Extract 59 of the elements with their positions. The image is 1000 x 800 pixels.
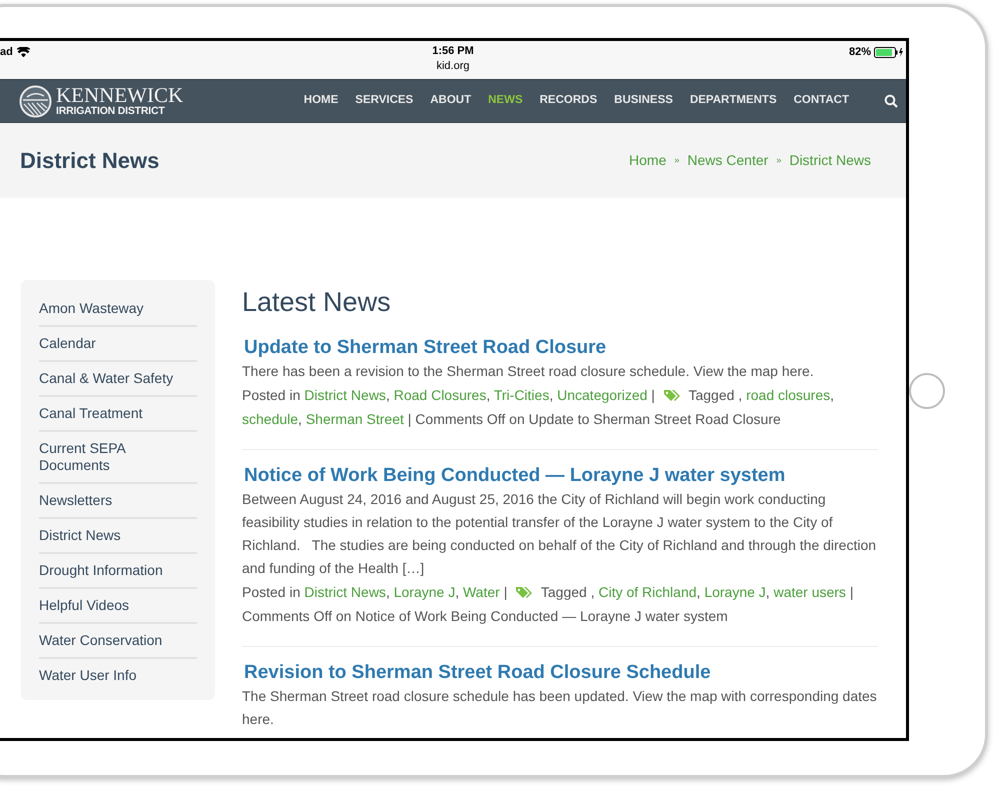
tag-link[interactable]: District News	[304, 387, 386, 403]
sidebar-link[interactable]: Water Conservation	[39, 624, 197, 657]
tag-link[interactable]: Lorayne J	[394, 584, 456, 600]
nav-link[interactable]: ABOUT	[430, 92, 472, 110]
tag-link[interactable]: schedule	[242, 411, 298, 427]
tag-link[interactable]: Lorayne J	[704, 584, 766, 600]
post-title[interactable]: Notice of Work Being Conducted — Lorayne J water system	[244, 464, 878, 488]
tag-link[interactable]: Uncategorized	[557, 387, 648, 403]
post-title[interactable]: Revision to Sherman Street Road Closure Schedule	[244, 661, 878, 685]
sidebar-link[interactable]: Newsletters	[39, 484, 197, 517]
tags-icon	[515, 586, 534, 599]
page-title: District News	[20, 147, 160, 175]
nav-link[interactable]: BUSINESS	[614, 92, 673, 110]
battery-icon	[874, 46, 904, 58]
sidebar-link[interactable]: Calendar	[39, 327, 197, 360]
battery-percent: 82%	[848, 45, 871, 60]
sidebar-link[interactable]: Drought Information	[39, 554, 197, 587]
logo-icon	[19, 84, 52, 118]
tag-link[interactable]: Water	[462, 584, 500, 600]
wifi-icon	[16, 47, 30, 58]
sidebar-link[interactable]: Helpful Videos	[39, 589, 197, 622]
sidebar-link[interactable]: District News	[39, 519, 197, 552]
tag-link[interactable]: road closures	[746, 387, 830, 403]
breadcrumb-link[interactable]: News Center	[687, 150, 768, 171]
clock: 1:56 PM	[432, 44, 474, 58]
nav-link[interactable]: NEWS	[488, 92, 523, 110]
url-label: kid.org	[436, 59, 470, 74]
breadcrumb-link[interactable]: District News	[789, 150, 871, 171]
post-excerpt: The Sherman Street road closure schedule has been updated. View the map with corresponding dates here.	[242, 687, 878, 729]
breadcrumb-link[interactable]: Home	[629, 150, 666, 171]
section-heading: Latest News	[242, 286, 392, 319]
tag-link[interactable]: City of Richland	[598, 584, 697, 600]
sidebar-link[interactable]: Canal Treatment	[39, 397, 197, 430]
tag-link[interactable]: District News	[304, 584, 386, 600]
tag-link[interactable]: Sherman Street	[306, 411, 404, 427]
breadcrumb-separator: »	[776, 154, 782, 167]
nav-link[interactable]: CONTACT	[794, 92, 849, 110]
sidebar-link[interactable]: Canal & Water Safety	[39, 362, 197, 395]
nav-link[interactable]: DEPARTMENTS	[690, 92, 777, 110]
logo-subtitle: IRRIGATION DISTRICT	[56, 104, 166, 116]
nav-link[interactable]: RECORDS	[540, 92, 598, 110]
tags-icon	[662, 389, 681, 402]
sidebar-link[interactable]: Current SEPA Documents	[39, 432, 197, 482]
nav-link[interactable]: HOME	[304, 92, 338, 110]
post-excerpt: There has been a revision to the Sherman Street road closure schedule. View the map here.	[242, 362, 815, 381]
post-meta: Posted in District News, Lorayne J, Water | Tagged , City of Richland, Lorayne J, water users | Comments Off on Notice of Work Being Conducted — Lorayne J water system	[242, 583, 854, 626]
sidebar-link[interactable]: Water User Info	[39, 659, 197, 692]
device-name: ad	[0, 45, 13, 60]
tag-link[interactable]: Road Closures	[394, 387, 486, 403]
post-title[interactable]: Update to Sherman Street Road Closure	[244, 336, 878, 360]
tag-link[interactable]: water users	[774, 584, 846, 600]
nav-link[interactable]: SERVICES	[355, 92, 414, 110]
logo-title: KENNEWICK	[56, 86, 184, 104]
tag-link[interactable]: Tri-Cities	[494, 387, 550, 403]
sidebar-link[interactable]: Amon Wasteway	[39, 292, 197, 325]
post-meta: Posted in District News, Road Closures, Tri-Cities, Uncategorized | Tagged , road closures, schedule, Sherman Street | Comments Off on Update to Sherman Street Road Closure	[242, 386, 836, 429]
post-excerpt: Between August 24, 2016 and August 25, 2016 the City of Richland will begin work conducting feasibility studies in relation to the potential transfer of the Lorayne J water system to the City of Richland. The studies are being conducted on behalf of the City of Richland and through the direction and funding of the Health […]	[242, 490, 878, 578]
search-icon[interactable]	[884, 94, 898, 108]
breadcrumb-separator: »	[674, 154, 680, 167]
